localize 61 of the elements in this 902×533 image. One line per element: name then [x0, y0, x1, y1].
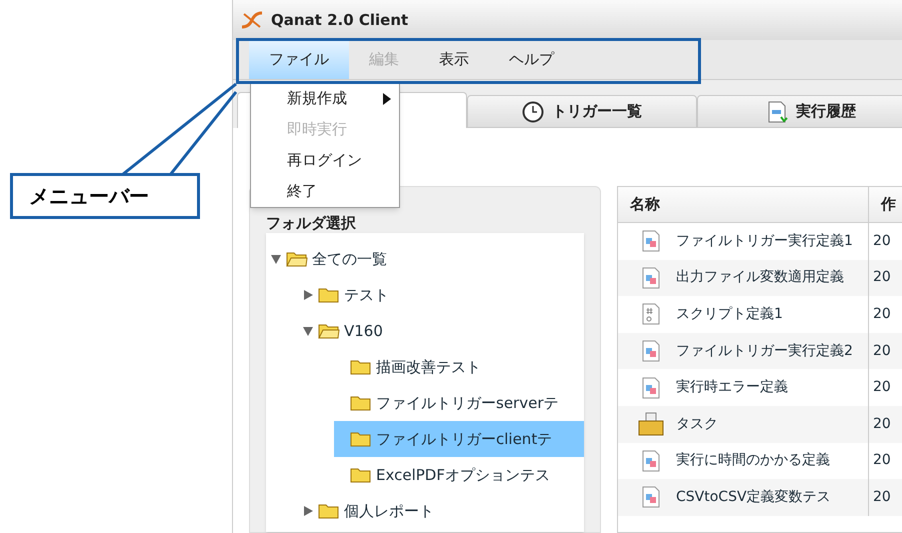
- folder-icon: [350, 431, 372, 447]
- table-cell-text: ファイルトリガー実行定義2: [676, 342, 853, 361]
- table-cell-text: 20: [872, 488, 892, 507]
- table-row[interactable]: ファイルトリガー実行定義2 20: [618, 332, 902, 370]
- menu-item[interactable]: 再ログイン: [251, 145, 399, 176]
- clock-icon: [522, 100, 544, 122]
- column-header[interactable]: 名称: [618, 187, 869, 222]
- folder-icon: [318, 287, 340, 303]
- document-icon: [642, 340, 660, 362]
- folder-with-document-icon: [638, 412, 664, 436]
- table-cell-text: 出力ファイル変数適用定義: [676, 268, 844, 288]
- folder-icon: [350, 359, 372, 375]
- tree-item[interactable]: V160: [302, 313, 584, 349]
- menu-item[interactable]: 終了: [251, 176, 399, 207]
- table-cell-text: 20: [872, 232, 892, 251]
- table-row[interactable]: タスク 20: [618, 406, 902, 443]
- document-icon: [768, 100, 788, 122]
- table-cell-text: 20: [872, 268, 892, 288]
- script-file-icon: [642, 303, 660, 326]
- table-cell-text: 20: [872, 414, 892, 434]
- menu-item[interactable]: ファイル: [249, 40, 349, 79]
- tree-item[interactable]: 全ての一覧: [270, 241, 584, 277]
- document-icon: [642, 266, 660, 289]
- menu-item[interactable]: 新規作成: [251, 83, 399, 114]
- tree-item[interactable]: ファイルトリガーclientテ: [334, 421, 584, 457]
- window-title: Qanat 2.0 Client: [271, 10, 408, 31]
- tree-item[interactable]: 個人レポート: [302, 493, 584, 529]
- table-cell-text: スクリプト定義1: [676, 304, 783, 324]
- table-row[interactable]: 実行に時間のかかる定義 20: [618, 442, 902, 480]
- table-cell-text: 実行時エラー定義: [676, 378, 788, 398]
- menu-item[interactable]: 表示: [419, 40, 489, 79]
- table-cell-text: 20: [872, 342, 892, 361]
- document-icon: [642, 230, 660, 252]
- tree-item[interactable]: ExcelPDFオプションテス: [334, 457, 584, 493]
- panel-title: フォルダ選択: [266, 212, 356, 234]
- menu-item[interactable]: ヘルプ: [489, 40, 574, 79]
- app-logo-icon: [241, 11, 263, 29]
- folder-icon: [318, 503, 340, 519]
- tree-item[interactable]: ファイルトリガーserverテ: [334, 385, 584, 421]
- folder-icon: [350, 467, 372, 483]
- open-folder-icon: [318, 323, 340, 339]
- document-icon: [642, 450, 660, 472]
- tree-item[interactable]: 描画改善テスト: [334, 349, 584, 385]
- table-row[interactable]: CSVtoCSV定義変数テス 20: [618, 479, 902, 516]
- table-cell-text: 20: [872, 378, 892, 398]
- tab[interactable]: トリガー一覧: [467, 95, 697, 128]
- table-cell-text: 20: [872, 451, 892, 470]
- document-icon: [642, 486, 660, 508]
- callout-label: メニューバー: [29, 183, 149, 210]
- column-header[interactable]: 作: [869, 187, 902, 222]
- table-row[interactable]: 出力ファイル変数適用定義 20: [618, 260, 902, 296]
- table-cell-text: CSVtoCSV定義変数テス: [676, 488, 831, 507]
- folder-icon: [350, 395, 372, 411]
- tree-item[interactable]: テスト: [302, 277, 584, 313]
- open-folder-icon: [286, 251, 308, 267]
- table-cell-text: 20: [872, 304, 892, 324]
- table-cell-text: タスク: [676, 414, 718, 434]
- table-cell-text: 実行に時間のかかる定義: [676, 451, 830, 470]
- tab[interactable]: 実行履歴: [697, 95, 902, 128]
- table-cell-text: ファイルトリガー実行定義1: [676, 232, 853, 251]
- document-icon: [642, 376, 660, 399]
